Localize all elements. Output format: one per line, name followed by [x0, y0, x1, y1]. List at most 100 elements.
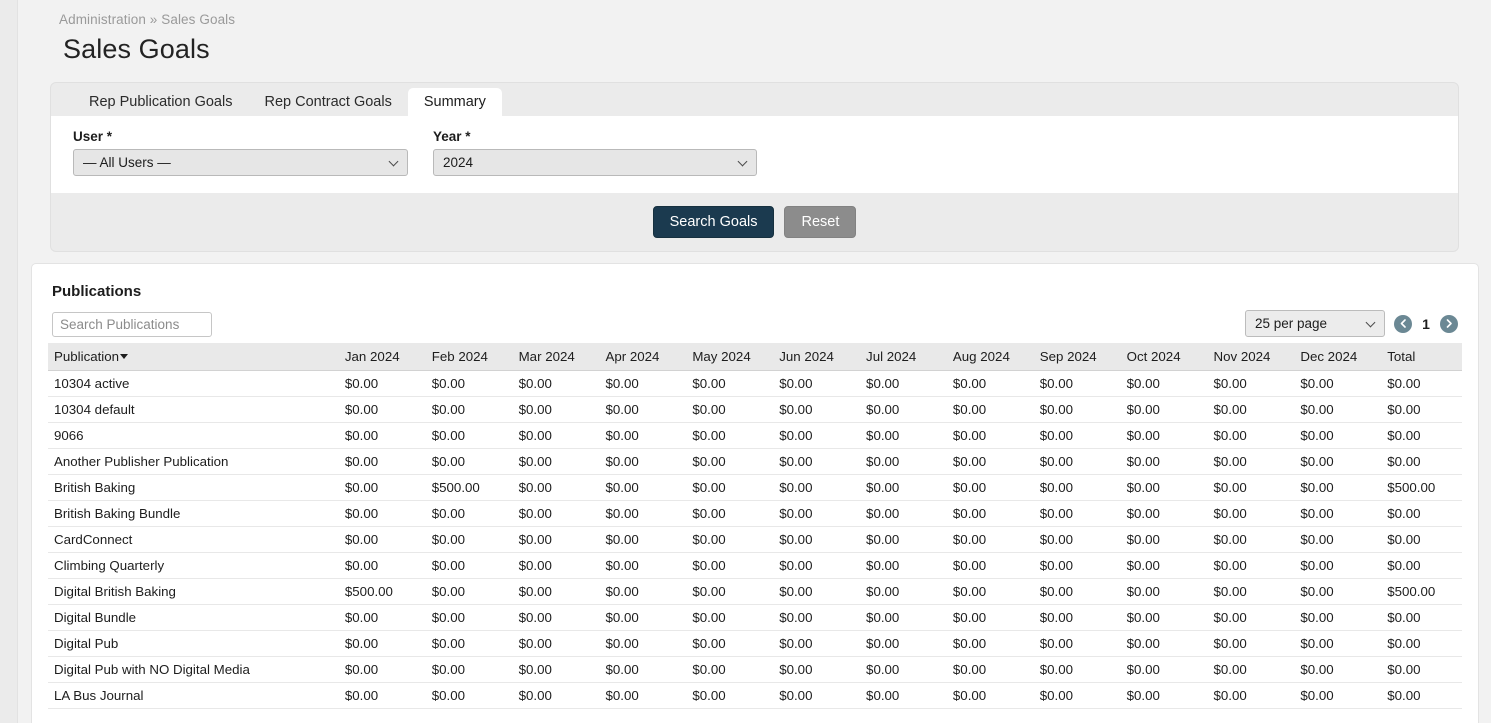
table-row[interactable]: British Baking$0.00$500.00$0.00$0.00$0.0…	[48, 474, 1462, 500]
cell-amount: $0.00	[1123, 630, 1210, 656]
reset-button[interactable]: Reset	[784, 206, 856, 239]
cell-amount: $0.00	[341, 448, 428, 474]
user-select[interactable]: — All Users —	[73, 149, 408, 176]
chevron-right-icon	[1445, 319, 1453, 328]
cell-amount: $0.00	[515, 604, 602, 630]
prev-page-button[interactable]	[1394, 315, 1412, 333]
cell-amount: $0.00	[601, 604, 688, 630]
cell-amount: $0.00	[688, 526, 775, 552]
publications-table: Publication Jan 2024Feb 2024Mar 2024Apr 2…	[48, 343, 1462, 709]
table-row[interactable]: Digital Pub$0.00$0.00$0.00$0.00$0.00$0.0…	[48, 630, 1462, 656]
cell-amount: $0.00	[1123, 604, 1210, 630]
breadcrumb[interactable]: Administration » Sales Goals	[59, 12, 235, 27]
table-row[interactable]: 10304 default$0.00$0.00$0.00$0.00$0.00$0…	[48, 396, 1462, 422]
cell-amount: $0.00	[862, 500, 949, 526]
cell-amount: $0.00	[1036, 474, 1123, 500]
table-row[interactable]: 10304 active$0.00$0.00$0.00$0.00$0.00$0.…	[48, 370, 1462, 396]
cell-amount: $0.00	[775, 604, 862, 630]
cell-amount: $0.00	[428, 682, 515, 708]
column-header-aug-2024[interactable]: Aug 2024	[949, 343, 1036, 370]
cell-amount: $0.00	[862, 552, 949, 578]
table-row[interactable]: British Baking Bundle$0.00$0.00$0.00$0.0…	[48, 500, 1462, 526]
per-page-wrap: 25 per page	[1245, 310, 1385, 337]
year-select-wrap: 2024	[433, 149, 757, 176]
column-header-oct-2024[interactable]: Oct 2024	[1123, 343, 1210, 370]
cell-amount: $0.00	[949, 630, 1036, 656]
pagination-controls: 25 per page 1	[1245, 310, 1458, 337]
column-header-mar-2024[interactable]: Mar 2024	[515, 343, 602, 370]
cell-publication: Climbing Quarterly	[48, 552, 341, 578]
table-row[interactable]: Digital British Baking$500.00$0.00$0.00$…	[48, 578, 1462, 604]
cell-amount: $0.00	[949, 500, 1036, 526]
cell-amount: $0.00	[1209, 422, 1296, 448]
cell-amount: $0.00	[775, 526, 862, 552]
column-header-jun-2024[interactable]: Jun 2024	[775, 343, 862, 370]
cell-amount: $0.00	[515, 552, 602, 578]
cell-amount: $0.00	[775, 682, 862, 708]
cell-publication: Digital Bundle	[48, 604, 341, 630]
table-row[interactable]: LA Bus Journal$0.00$0.00$0.00$0.00$0.00$…	[48, 682, 1462, 708]
search-goals-button[interactable]: Search Goals	[653, 206, 775, 239]
cell-amount: $0.00	[862, 396, 949, 422]
table-row[interactable]: 9066$0.00$0.00$0.00$0.00$0.00$0.00$0.00$…	[48, 422, 1462, 448]
tab-rep-contract-goals[interactable]: Rep Contract Goals	[248, 88, 407, 118]
tab-rep-publication-goals[interactable]: Rep Publication Goals	[73, 88, 248, 118]
cell-amount: $0.00	[428, 604, 515, 630]
next-page-button[interactable]	[1440, 315, 1458, 333]
column-header-nov-2024[interactable]: Nov 2024	[1209, 343, 1296, 370]
cell-publication: 10304 active	[48, 370, 341, 396]
column-header-may-2024[interactable]: May 2024	[688, 343, 775, 370]
search-publications-input[interactable]	[52, 312, 212, 337]
cell-amount: $0.00	[949, 552, 1036, 578]
cell-amount: $500.00	[428, 474, 515, 500]
cell-amount: $0.00	[949, 370, 1036, 396]
right-gutter	[1477, 0, 1491, 723]
tab-summary[interactable]: Summary	[408, 88, 502, 118]
column-header-jul-2024[interactable]: Jul 2024	[862, 343, 949, 370]
column-header-feb-2024[interactable]: Feb 2024	[428, 343, 515, 370]
cell-amount: $500.00	[341, 578, 428, 604]
cell-amount: $0.00	[688, 448, 775, 474]
cell-amount: $0.00	[515, 656, 602, 682]
column-header-apr-2024[interactable]: Apr 2024	[601, 343, 688, 370]
column-header-jan-2024[interactable]: Jan 2024	[341, 343, 428, 370]
cell-amount: $0.00	[601, 474, 688, 500]
cell-amount: $0.00	[688, 604, 775, 630]
cell-amount: $0.00	[1123, 656, 1210, 682]
table-head: Publication Jan 2024Feb 2024Mar 2024Apr 2…	[48, 343, 1462, 370]
cell-amount: $0.00	[775, 630, 862, 656]
user-field: User * — All Users —	[73, 129, 408, 176]
cell-amount: $0.00	[341, 474, 428, 500]
year-field: Year * 2024	[433, 129, 757, 176]
cell-amount: $0.00	[601, 630, 688, 656]
cell-amount: $0.00	[341, 682, 428, 708]
table-row[interactable]: Climbing Quarterly$0.00$0.00$0.00$0.00$0…	[48, 552, 1462, 578]
per-page-select[interactable]: 25 per page	[1245, 310, 1385, 337]
table-row[interactable]: Digital Pub with NO Digital Media$0.00$0…	[48, 656, 1462, 682]
user-field-label: User *	[73, 129, 408, 144]
cell-amount: $0.00	[1209, 526, 1296, 552]
cell-amount: $0.00	[515, 578, 602, 604]
column-header-publication[interactable]: Publication	[48, 343, 341, 370]
table-row[interactable]: Digital Bundle$0.00$0.00$0.00$0.00$0.00$…	[48, 604, 1462, 630]
publications-table-wrap: Publication Jan 2024Feb 2024Mar 2024Apr 2…	[48, 343, 1462, 723]
cell-amount: $0.00	[1209, 604, 1296, 630]
cell-amount: $0.00	[1296, 474, 1383, 500]
column-header-dec-2024[interactable]: Dec 2024	[1296, 343, 1383, 370]
cell-amount: $0.00	[1123, 396, 1210, 422]
column-header-sep-2024[interactable]: Sep 2024	[1036, 343, 1123, 370]
table-row[interactable]: Another Publisher Publication$0.00$0.00$…	[48, 448, 1462, 474]
year-field-label: Year *	[433, 129, 757, 144]
column-header-label: Publication	[54, 349, 119, 364]
cell-amount: $0.00	[949, 682, 1036, 708]
page-root: Administration » Sales Goals Sales Goals…	[0, 0, 1491, 723]
column-header-total[interactable]: Total	[1383, 343, 1462, 370]
table-row[interactable]: CardConnect$0.00$0.00$0.00$0.00$0.00$0.0…	[48, 526, 1462, 552]
cell-amount: $0.00	[428, 448, 515, 474]
cell-amount: $0.00	[862, 630, 949, 656]
cell-amount: $0.00	[688, 396, 775, 422]
year-select[interactable]: 2024	[433, 149, 757, 176]
cell-amount: $0.00	[428, 396, 515, 422]
cell-amount: $0.00	[688, 578, 775, 604]
cell-amount: $0.00	[601, 682, 688, 708]
